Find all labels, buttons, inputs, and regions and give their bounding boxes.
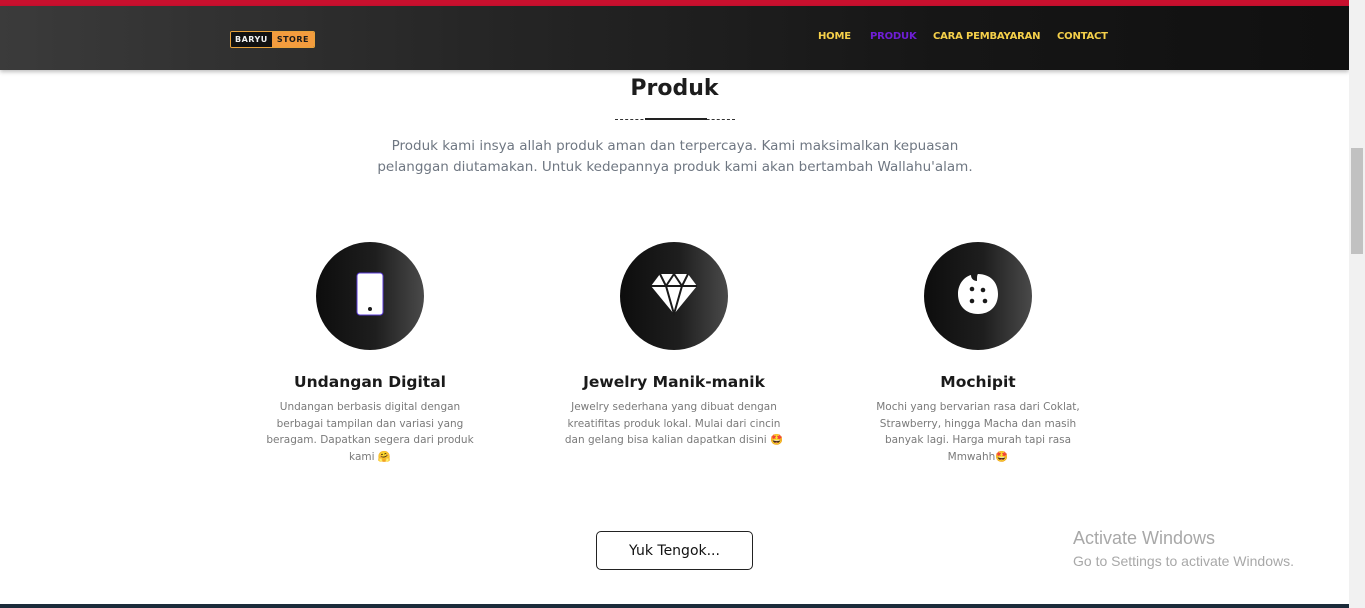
product-title: Undangan Digital	[294, 373, 446, 391]
logo-text-secondary: STORE	[271, 32, 314, 47]
product-icon-circle	[924, 242, 1032, 350]
navbar: BARYU STORE HOME PRODUK CARA PEMBAYARAN …	[0, 6, 1349, 70]
nav-cara-pembayaran[interactable]: CARA PEMBAYARAN	[933, 31, 1041, 42]
product-card-undangan: Undangan Digital Undangan berbasis digit…	[240, 242, 500, 465]
watermark-subtitle: Go to Settings to activate Windows.	[1073, 553, 1294, 569]
product-description: Jewelry sederhana yang dibuat dengan kre…	[564, 401, 784, 446]
vertical-scrollbar[interactable]	[1349, 0, 1365, 608]
scrollbar-thumb[interactable]	[1351, 148, 1363, 254]
mobile-phone-icon	[356, 272, 384, 320]
product-description: Undangan berbasis digital dengan berbaga…	[266, 401, 474, 463]
logo[interactable]: BARYU STORE	[230, 31, 315, 48]
nav-contact[interactable]: CONTACT	[1057, 31, 1108, 42]
section-description: Produk kami insya allah produk aman dan …	[377, 138, 973, 175]
product-icon-circle	[620, 242, 728, 350]
product-title: Jewelry Manik-manik	[583, 373, 765, 391]
product-title: Mochipit	[940, 373, 1016, 391]
product-card-jewelry: Jewelry Manik-manik Jewelry sederhana ya…	[544, 242, 804, 449]
footer-edge	[0, 604, 1349, 608]
product-description: Mochi yang bervarian rasa dari Coklat, S…	[876, 401, 1080, 463]
nav-produk[interactable]: PRODUK	[870, 31, 917, 42]
diamond-icon	[650, 272, 698, 320]
watermark-title: Activate Windows	[1073, 528, 1216, 548]
windows-activation-watermark: Activate Windows Go to Settings to activ…	[1073, 528, 1294, 569]
product-icon-circle	[316, 242, 424, 350]
yuk-tengok-button[interactable]: Yuk Tengok...	[596, 531, 753, 570]
logo-text-primary: BARYU	[231, 32, 272, 47]
section-title: Produk	[630, 76, 719, 101]
product-card-mochipit: Mochipit Mochi yang bervarian rasa dari …	[848, 242, 1108, 465]
title-divider-accent	[645, 118, 707, 120]
nav-home[interactable]: HOME	[818, 31, 851, 42]
cookie-icon	[957, 273, 999, 319]
